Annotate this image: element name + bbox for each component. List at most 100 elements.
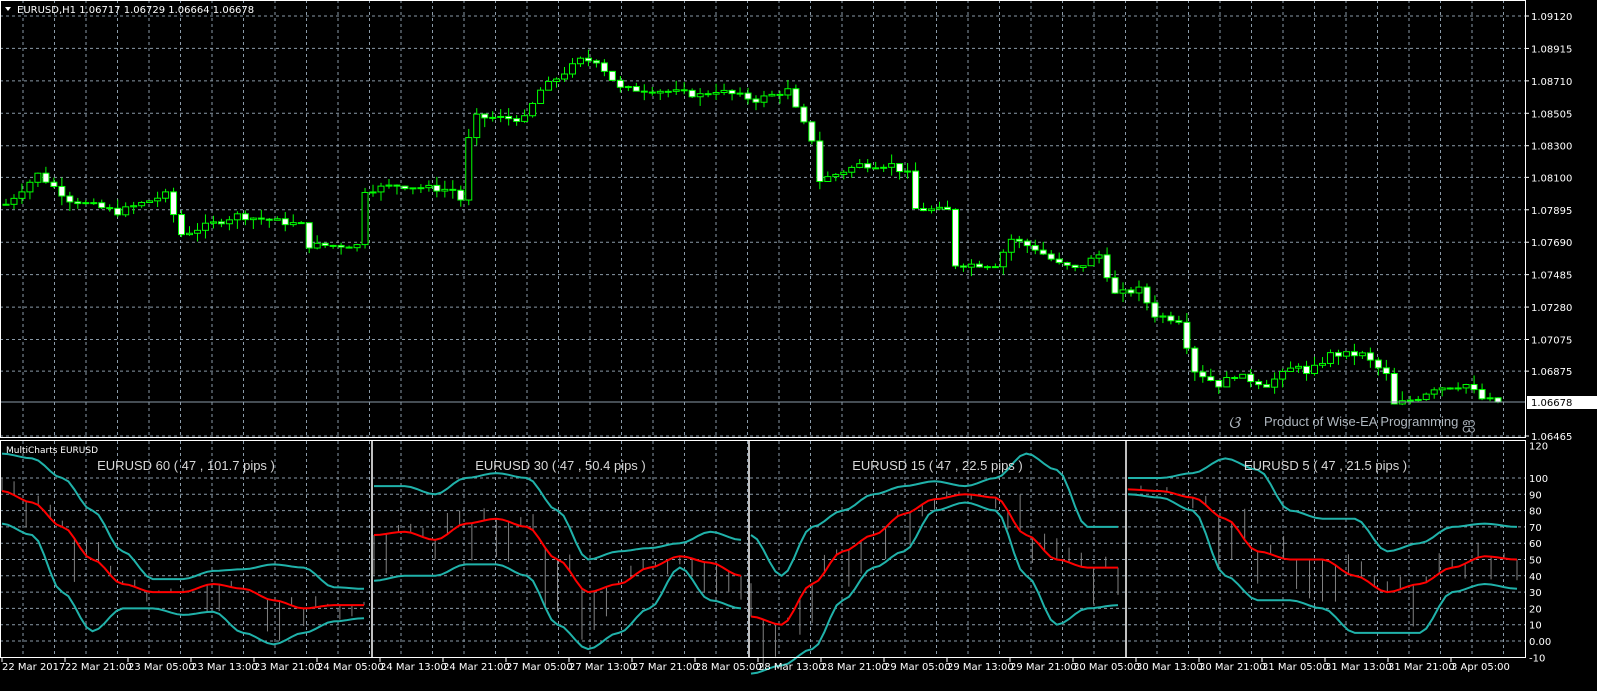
candle [1199,365,1207,383]
price-label: 1.08710 [1531,77,1572,88]
candle [225,216,233,231]
candle [664,89,672,98]
candle [1279,368,1287,388]
candle [656,89,664,100]
candle [1374,357,1382,376]
candle [1007,234,1015,261]
candle [1326,349,1334,368]
current-price-label: 1.06678 [1531,398,1572,409]
candle [648,86,656,96]
candle [1223,371,1231,388]
candle [1287,361,1295,372]
indicator-axis-label: -10 [1529,653,1545,664]
candle [130,201,138,215]
time-label: 31 Mar 13:00 [1325,662,1392,673]
time-label: 23 Mar 13:00 [191,662,258,673]
candle [561,66,569,82]
candle [529,101,537,118]
time-label: 30 Mar 13:00 [1136,662,1203,673]
candle [489,111,497,122]
candle [345,245,353,249]
candle [1255,379,1263,390]
price-label: 1.07280 [1531,303,1572,314]
candle [1119,282,1127,302]
time-axis[interactable]: 22 Mar 2017 22 Mar 21:0023 Mar 05:0023 Ma… [1,657,1510,673]
candle [712,83,720,101]
candle [1366,347,1374,368]
price-label: 1.07895 [1531,206,1572,217]
lower-band-line [1,522,365,646]
price-axis[interactable]: 1.09120 1.08915 1.08710 1.08505 1.08300 1.081… [1525,12,1572,443]
candle [106,204,114,212]
candle [824,171,832,182]
time-label: 30 Mar 05:00 [1073,662,1140,673]
panel-title: EURUSD 5 ( 47 , 21.5 pips ) [1244,458,1407,473]
candle [848,165,856,178]
time-label: 31 Mar 05:00 [1262,662,1329,673]
candle [624,85,632,92]
candles [2,49,1502,406]
time-label: 24 Mar 05:00 [317,662,384,673]
candle [58,177,66,206]
candle [401,185,409,191]
price-label: 1.06875 [1531,367,1572,378]
candle [1167,311,1175,325]
candle [473,108,481,146]
candle [545,76,553,91]
watermark-text: Product of Wise-EA Programming [1264,414,1458,429]
candle [1454,382,1462,392]
time-label: 29 Mar 13:00 [947,662,1014,673]
candle [297,221,305,225]
candle [592,59,600,68]
candle [632,82,640,92]
candle [377,182,385,201]
candle [680,82,688,95]
time-label: 23 Mar 21:00 [254,662,321,673]
time-label: 23 Mar 05:00 [128,662,195,673]
candle [1303,360,1311,381]
candle [209,215,217,229]
candle [1334,349,1342,365]
candle [465,128,473,206]
candle [50,177,58,189]
time-label: 28 Mar 21:00 [821,662,888,673]
candle [816,131,824,190]
candle [744,87,752,105]
candle [457,185,465,207]
candle [768,90,776,97]
candle [959,263,967,272]
candle [576,56,584,67]
time-label: 31 Mar 21:00 [1388,662,1455,673]
indicator-axis-label: 100 [1529,474,1548,485]
indicator-axis-label: 120 [1529,441,1548,452]
candle [393,184,401,195]
candle [257,209,265,225]
candle [1390,367,1398,405]
candle [1039,241,1047,256]
candle [18,183,26,204]
indicator-axis-label: 0.00 [1529,637,1551,648]
candle [481,113,489,128]
time-label: 27 Mar 21:00 [632,662,699,673]
candle [736,87,744,97]
candle [704,90,712,98]
candle [696,88,704,106]
candle [90,198,98,205]
indicator-lines [1,441,1518,675]
candle [688,88,696,99]
chart-window[interactable]: 1.09120 1.08915 1.08710 1.08505 1.08300 1.081… [0,0,1597,691]
candle [1159,312,1167,324]
dropdown-triangle-icon[interactable] [5,7,11,11]
price-label: 1.08915 [1531,44,1572,55]
indicator-axis-label: 40 [1529,572,1542,583]
candle [1398,391,1406,406]
price-label: 1.08505 [1531,109,1572,120]
candle [513,115,521,126]
time-label: 22 Mar 2017 [2,662,65,673]
candle [497,109,505,123]
candle [34,172,42,188]
upper-band-line [1,452,365,590]
candle [409,187,417,195]
candle [616,76,624,93]
indicator-axis-label: 80 [1529,507,1542,518]
